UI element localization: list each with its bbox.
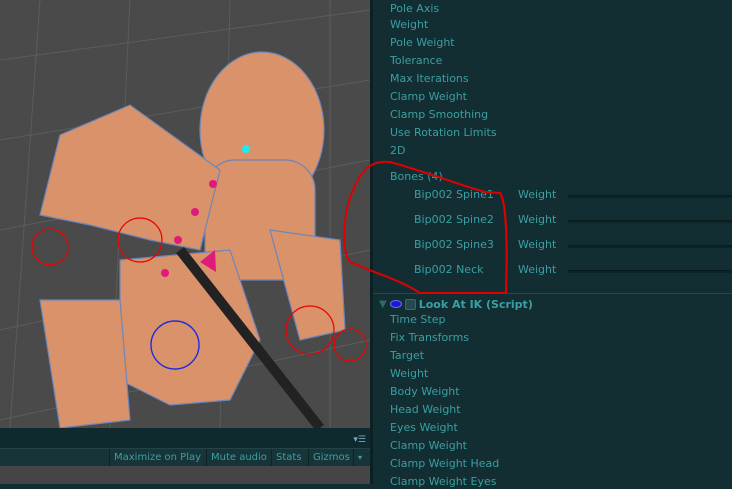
- component-title: Look At IK (Script): [418, 297, 533, 311]
- field-label: Weight: [390, 367, 429, 380]
- pole-axis-label: Pole Axis: [390, 2, 440, 15]
- field-label: 2D: [390, 144, 406, 157]
- field-label: Tolerance: [390, 54, 443, 67]
- inspector-panel: Pole Axis Weight Pole Weight Tolerance M…: [373, 0, 732, 488]
- field-label: Pole Weight: [390, 36, 455, 49]
- stats-toggle[interactable]: Stats: [271, 449, 306, 467]
- game-view-toolbar: Maximize on Play Mute audio Stats Gizmos…: [0, 448, 370, 467]
- scene-render: [0, 0, 370, 428]
- field-label: Head Weight: [390, 403, 461, 416]
- field-label: Weight: [390, 18, 429, 31]
- scene-view[interactable]: [0, 0, 370, 428]
- field-label: Clamp Smoothing: [390, 108, 489, 121]
- bone-weight-slider[interactable]: [568, 220, 732, 223]
- look-at-ik-header[interactable]: ▼ Look At IK (Script): [379, 296, 533, 312]
- game-view: [0, 466, 370, 484]
- bone-name[interactable]: Bip002 Spine3: [414, 238, 494, 252]
- bone-name[interactable]: Bip002 Spine2: [414, 213, 494, 227]
- bones-foldout[interactable]: Bones (4): [390, 170, 443, 184]
- bone-name[interactable]: Bip002 Neck: [414, 263, 484, 277]
- field-label: Clamp Weight Eyes: [390, 475, 497, 488]
- mute-audio-toggle[interactable]: Mute audio: [206, 449, 271, 467]
- field-label: Clamp Weight: [390, 90, 467, 103]
- field-label: Clamp Weight Head: [390, 457, 500, 470]
- field-label: Time Step: [390, 313, 446, 326]
- bone-weight-slider[interactable]: [568, 195, 732, 198]
- enable-checkbox[interactable]: [404, 298, 416, 310]
- gizmos-button[interactable]: Gizmos: [308, 449, 354, 467]
- field-label: Target: [390, 349, 425, 362]
- bone-weight-slider[interactable]: [568, 270, 732, 273]
- field-label: Fix Transforms: [390, 331, 470, 344]
- component-divider: [373, 293, 732, 294]
- gizmos-dropdown-icon[interactable]: ▾: [353, 449, 366, 467]
- bone-weight-label: Weight: [518, 263, 557, 276]
- bone-weight-label: Weight: [518, 238, 557, 251]
- field-label: Max Iterations: [390, 72, 469, 85]
- foldout-arrow-icon[interactable]: ▼: [379, 299, 387, 310]
- maximize-on-play-toggle[interactable]: Maximize on Play: [109, 449, 205, 467]
- bone-name[interactable]: Bip002 Spine1: [414, 188, 494, 202]
- field-label: Eyes Weight: [390, 421, 458, 434]
- bone-weight-label: Weight: [518, 213, 557, 226]
- field-label: Clamp Weight: [390, 439, 467, 452]
- panel-menu-icon[interactable]: ▾☰: [353, 435, 366, 445]
- scene-bottom-bar: ▾☰: [0, 428, 370, 448]
- field-label: Body Weight: [390, 385, 460, 398]
- bone-weight-label: Weight: [518, 188, 557, 201]
- bone-weight-slider[interactable]: [568, 245, 732, 248]
- script-eye-icon: [389, 300, 402, 308]
- field-label: Use Rotation Limits: [390, 126, 497, 139]
